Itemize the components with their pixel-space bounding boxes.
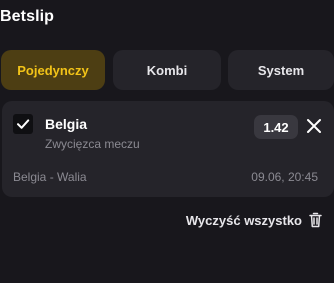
clear-all-button[interactable]: Wyczyść wszystko	[186, 212, 322, 228]
market-name: Zwycięzca meczu	[45, 137, 140, 151]
selection-name: Belgia	[45, 116, 88, 132]
event-datetime: 09.06, 20:45	[251, 170, 318, 184]
event-name: Belgia - Walia	[13, 170, 87, 184]
betslip-panel: Betslip Pojedynczy Kombi System Belgia Z…	[0, 0, 334, 283]
tab-system[interactable]: System	[228, 50, 334, 90]
bet-selection-card: Belgia Zwycięzca meczu 1.42 Belgia - Wal…	[2, 101, 334, 197]
selection-checkbox[interactable]	[13, 114, 33, 134]
bet-type-tabs: Pojedynczy Kombi System	[1, 50, 334, 90]
tab-kombi[interactable]: Kombi	[113, 50, 221, 90]
clear-all-label: Wyczyść wszystko	[185, 212, 302, 228]
betslip-title: Betslip	[0, 8, 55, 25]
trash-icon	[309, 212, 322, 228]
check-icon	[17, 119, 30, 129]
odds-badge: 1.42	[254, 115, 298, 139]
tab-pojedynczy[interactable]: Pojedynczy	[1, 50, 105, 90]
close-icon[interactable]	[305, 117, 323, 135]
